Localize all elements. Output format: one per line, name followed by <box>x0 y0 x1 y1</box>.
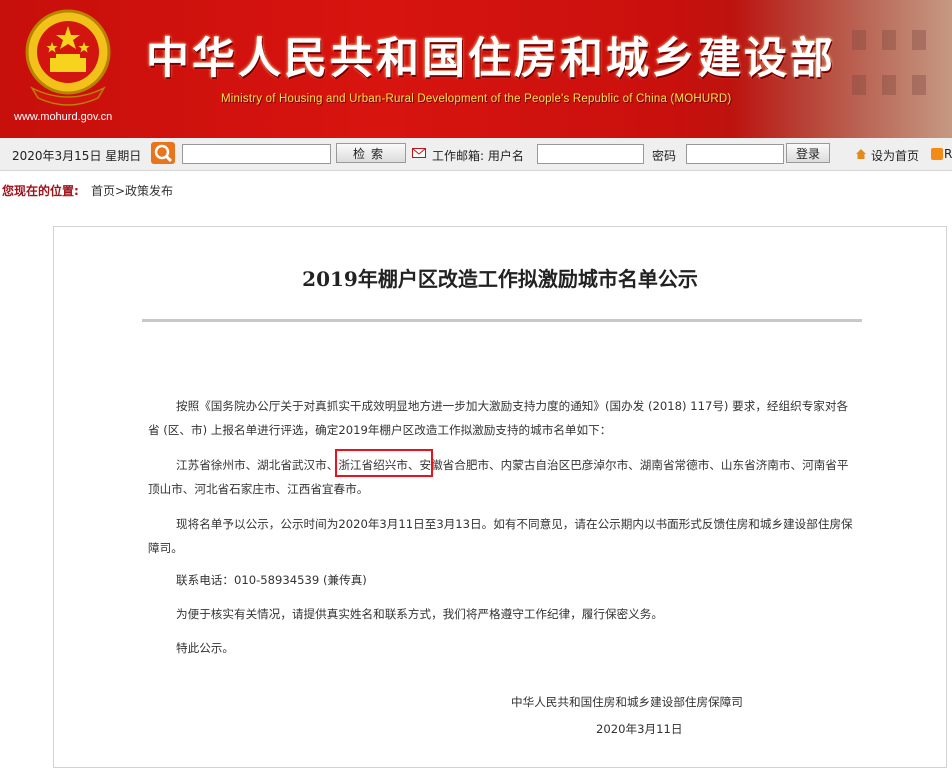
breadcrumb-label: 您现在的位置: <box>2 184 79 198</box>
site-url[interactable]: www.mohurd.gov.cn <box>14 111 112 123</box>
search-button[interactable]: 检索 <box>336 143 406 163</box>
home-icon <box>856 149 866 159</box>
signature-date: 2020年3月11日 <box>596 722 683 736</box>
top-toolbar: 2020年3月15日 星期日 检索 工作邮箱: 用户名 密码 登录 设为首页 R <box>0 138 952 171</box>
username-input[interactable] <box>537 144 644 164</box>
article-panel: 2019年棚户区改造工作拟激励城市名单公示 按照《国务院办公厅关于对真抓实干成效… <box>53 226 947 768</box>
article-paragraph: 现将名单予以公示，公示时间为2020年3月11日至3月13日。如有不同意见，请在… <box>148 517 853 555</box>
article-paragraph: 为便于核实有关情况，请提供真实姓名和联系方式，我们将严格遵守工作纪律，履行保密义… <box>176 607 663 621</box>
highlight-box <box>335 449 433 477</box>
article-paragraph-city-list: 江苏省徐州市、湖北省武汉市、浙江省绍兴市、安徽省合肥市、内蒙古自治区巴彦淖尔市、… <box>148 458 849 496</box>
contact-phone: 联系电话：010-58934539 (兼传真) <box>176 573 367 587</box>
password-label: 密码 <box>652 149 677 163</box>
article-paragraph: 按照《国务院办公厅关于对真抓实干成效明显地方进一步加大激励支持力度的通知》(国办… <box>148 399 849 437</box>
title-divider <box>142 319 862 322</box>
breadcrumb-path[interactable]: 首页>政策发布 <box>91 182 173 199</box>
mail-username-label: 工作邮箱: 用户名 <box>432 149 524 163</box>
current-date: 2020年3月15日 星期日 <box>12 149 142 163</box>
site-banner: www.mohurd.gov.cn 中华人民共和国住房和城乡建设部 Minist… <box>0 0 952 138</box>
breadcrumb: 您现在的位置: 首页>政策发布 <box>0 178 952 200</box>
password-input[interactable] <box>686 144 784 164</box>
set-homepage-link[interactable]: 设为首页 <box>871 147 919 164</box>
mail-icon <box>412 148 426 158</box>
search-icon[interactable] <box>151 142 175 164</box>
national-emblem-icon <box>25 9 111 106</box>
signature-organization: 中华人民共和国住房和城乡建设部住房保障司 <box>511 695 743 709</box>
toolbar-overflow-text: R <box>944 147 952 161</box>
article-title: 2019年棚户区改造工作拟激励城市名单公示 <box>302 267 698 291</box>
search-input[interactable] <box>182 144 331 164</box>
site-subtitle: Ministry of Housing and Urban-Rural Deve… <box>221 93 732 105</box>
article-paragraph: 特此公示。 <box>176 641 234 655</box>
login-button[interactable]: 登录 <box>786 143 830 163</box>
site-title: 中华人民共和国住房和城乡建设部 <box>146 34 836 84</box>
rss-icon[interactable] <box>931 148 943 160</box>
